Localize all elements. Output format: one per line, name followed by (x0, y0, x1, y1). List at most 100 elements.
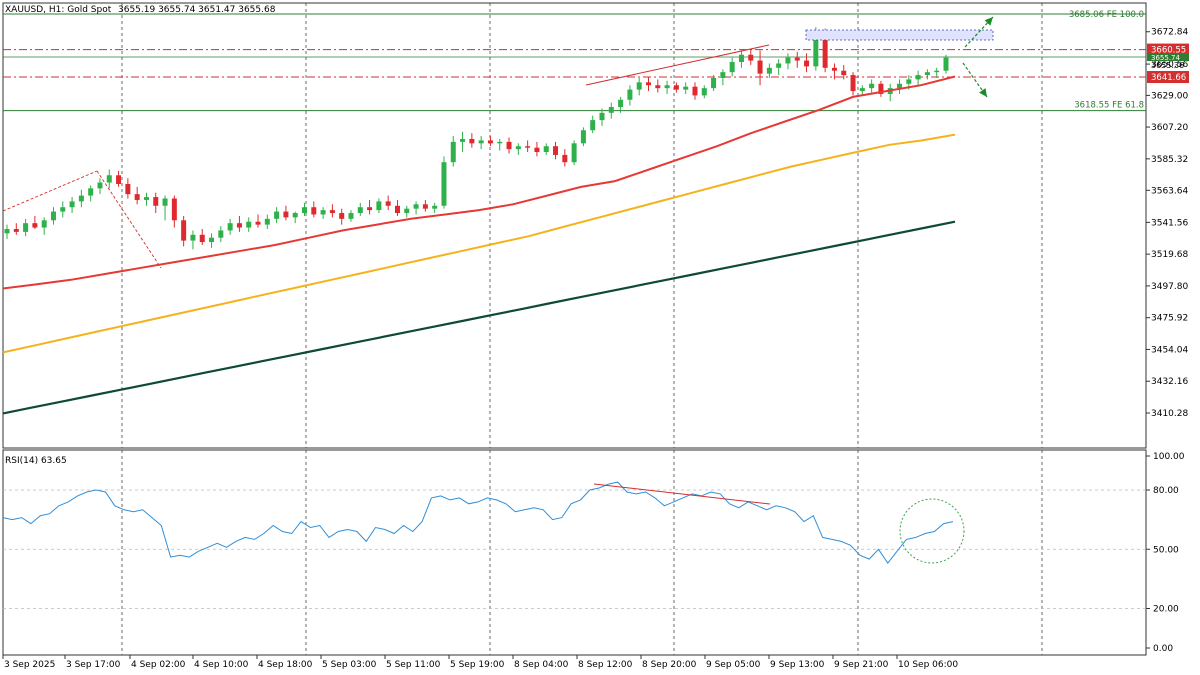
ohlc-readout: 3655.19 3655.74 3651.47 3655.68 (118, 5, 276, 15)
candle-bull (776, 63, 782, 68)
candle-bear (757, 60, 763, 74)
rsi-label: RSI(14) 63.65 (5, 456, 67, 466)
price-tag-bottom: 3655.36 (1151, 61, 1184, 70)
candle-bull (190, 234, 196, 241)
x-tick-label: 4 Sep 10:00 (194, 660, 249, 670)
candle-bull (376, 201, 382, 211)
x-tick-label: 4 Sep 02:00 (131, 660, 186, 670)
rsi-tick-label: 50.00 (1153, 545, 1179, 555)
candle-bear (804, 60, 810, 67)
axis-layer: 3672.843650.563629.003607.203585.323563.… (2, 10, 1189, 670)
candle-bull (97, 182, 103, 189)
candle-bull (302, 207, 308, 214)
rsi-tick-label: 20.00 (1153, 605, 1179, 615)
x-tick-label: 9 Sep 13:00 (770, 660, 825, 670)
candle-bull (497, 141, 503, 144)
candle-bear (506, 141, 512, 150)
x-tick-label: 5 Sep 11:00 (386, 660, 441, 670)
target-box (805, 29, 994, 41)
price-chart[interactable]: 3672.843650.563629.003607.203585.323563.… (0, 0, 1200, 675)
x-tick-label: 9 Sep 05:00 (706, 660, 761, 670)
candle-bear (850, 75, 856, 92)
candle-bear (125, 183, 131, 195)
ma-mid-line (2, 133, 956, 354)
candle-bear (469, 138, 475, 144)
candle-bull (618, 99, 624, 108)
candle-bear (236, 223, 242, 228)
candle-bull (636, 82, 642, 90)
fe-100-label: 3685.06 FE 100.0 (1069, 10, 1144, 20)
candle-bear (32, 223, 38, 228)
arrow-down (962, 62, 988, 98)
grid (2, 2, 1147, 656)
candle-bear (134, 194, 140, 200)
y-tick-label: 3432.16 (1151, 377, 1188, 387)
candle-bear (394, 205, 400, 214)
candle-bull (41, 220, 47, 228)
candle-bull (357, 207, 363, 214)
candle-bear (562, 154, 568, 163)
candle-bear (311, 207, 317, 215)
candle-bull (292, 213, 298, 218)
rsi-pane-frame (2, 449, 1147, 656)
candle-bull (785, 57, 791, 64)
candle-bear (422, 204, 428, 209)
y-tick-label: 3672.84 (1151, 28, 1188, 38)
candle-bear (841, 70, 847, 76)
candle-bull (246, 221, 252, 228)
candle-bear (525, 146, 531, 148)
candle-bull (460, 138, 466, 142)
candle-bull (162, 198, 168, 206)
x-tick-label: 5 Sep 19:00 (450, 660, 505, 670)
candle-bull (720, 72, 726, 78)
candle-bear (329, 210, 335, 214)
candle-bull (274, 211, 280, 219)
support-tag: 3641.66 (1151, 73, 1186, 83)
arrow-head (979, 88, 987, 97)
candle-bull (60, 207, 66, 212)
candle-bull (738, 54, 744, 63)
candle-bull (515, 146, 521, 150)
y-tick-label: 3541.56 (1151, 218, 1188, 228)
x-tick-label: 4 Sep 18:00 (258, 660, 313, 670)
candle-bear (283, 211, 289, 218)
rsi-highlight-circle (899, 498, 965, 564)
candle-bull (69, 201, 75, 208)
candle-bull (924, 72, 930, 76)
candle-bull (729, 62, 735, 73)
candle-bull (599, 112, 605, 121)
candle-bull (766, 67, 772, 74)
candle-bear (645, 82, 651, 86)
candle-bear (534, 147, 540, 153)
candle-bull (320, 210, 326, 215)
candle-bull (432, 205, 438, 209)
y-tick-label: 3563.64 (1151, 186, 1188, 196)
candle-bull (450, 141, 456, 163)
rsi-line (2, 481, 954, 564)
candle-bull (209, 237, 215, 243)
candle-bull (869, 83, 875, 89)
candle-bull (348, 213, 354, 219)
candle-bull (143, 197, 149, 200)
x-tick-label: 5 Sep 03:00 (322, 660, 377, 670)
x-tick-label: 3 Sep 2025 (4, 660, 55, 670)
y-tick-label: 3519.68 (1151, 250, 1188, 260)
x-tick-label: 3 Sep 17:00 (66, 660, 121, 670)
divergence-rsi-line (593, 483, 771, 505)
candle-bull (580, 130, 586, 144)
candle-bull (915, 75, 921, 80)
candle-bear (181, 220, 187, 241)
candle-bear (13, 228, 19, 232)
candle-bull (590, 120, 596, 131)
annot-rise-line (2, 170, 98, 212)
x-tick-label: 8 Sep 20:00 (642, 660, 697, 670)
candle-bull (227, 223, 233, 231)
candle-bull (88, 188, 94, 196)
x-tick-label: 9 Sep 21:00 (834, 660, 889, 670)
candle-bull (78, 195, 84, 202)
candle-bear (116, 175, 122, 184)
rsi-tick-label: 80.00 (1153, 486, 1179, 496)
x-tick-label: 10 Sep 06:00 (898, 660, 958, 670)
candle-bear (171, 198, 177, 221)
y-tick-label: 3607.20 (1151, 123, 1188, 133)
